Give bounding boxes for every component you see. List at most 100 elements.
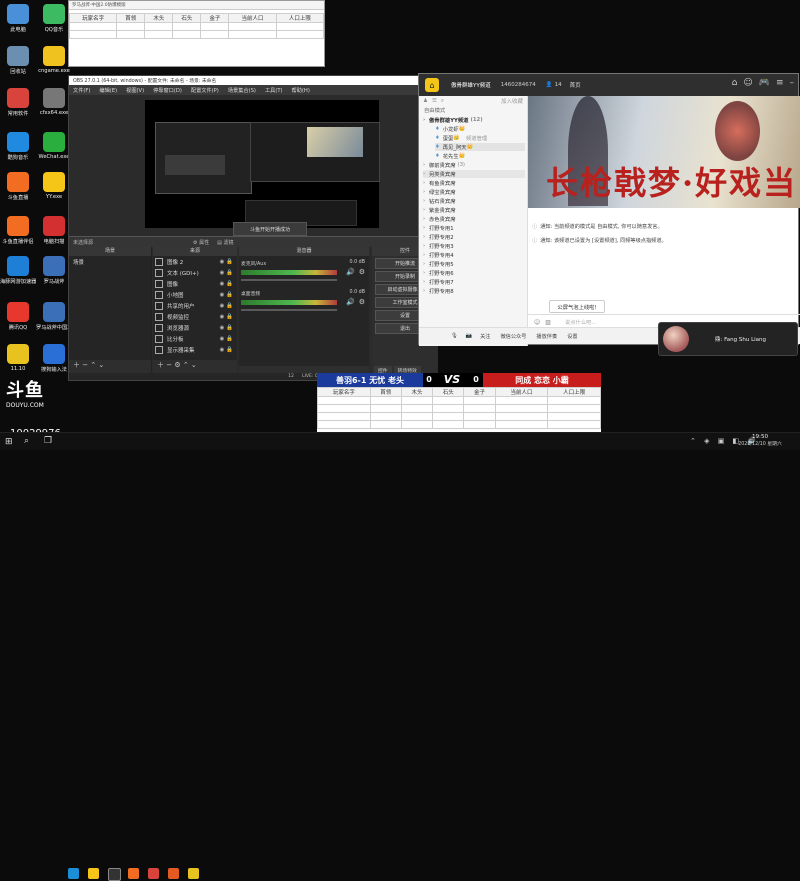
desktop-icon[interactable]: cngame.exe bbox=[36, 44, 72, 84]
visibility-lock-icons[interactable]: ◉ 🔒 bbox=[220, 303, 233, 309]
obs-window[interactable]: OBS 27.0.1 (64-bit, windows) - 配置文件: 未命名… bbox=[68, 75, 439, 381]
visibility-lock-icons[interactable]: ◉ 🔒 bbox=[220, 314, 233, 320]
start-icon[interactable]: ⊞ bbox=[5, 437, 13, 447]
user-nav-icon[interactable]: ☺ bbox=[743, 78, 752, 88]
douyu-taskbar-icon[interactable] bbox=[128, 868, 139, 879]
volume-meter[interactable] bbox=[241, 270, 337, 275]
channel-user[interactable]: ♦ 再见_阿天 👑 bbox=[435, 143, 525, 151]
menu-item[interactable]: 配置文件(P) bbox=[191, 87, 219, 94]
desktop-icon[interactable]: 腾讯QQ bbox=[0, 300, 36, 340]
menu-item[interactable]: 文件(F) bbox=[73, 87, 90, 94]
volume-slider[interactable] bbox=[241, 279, 337, 281]
yy-window[interactable]: ⌂ 傲骨群雄YY频道 1460284674 👤 14 首页 ⌂ ☺ 🎮 ≡ – … bbox=[418, 73, 800, 346]
sub-channel[interactable]: › 打野专用2 bbox=[423, 233, 525, 241]
source-item[interactable]: 小地图 ◉ 🔒 bbox=[153, 289, 237, 300]
visibility-lock-icons[interactable]: ◉ 🔒 bbox=[220, 347, 233, 353]
music-button[interactable]: 播放伴奏 bbox=[536, 333, 557, 340]
desktop-icon[interactable]: YY.exe bbox=[36, 170, 72, 210]
excel-taskbar-icon[interactable] bbox=[168, 868, 179, 879]
sub-channel[interactable]: › 打野专用8 bbox=[423, 287, 525, 295]
source-item[interactable]: 视频监控 ◉ 🔒 bbox=[153, 311, 237, 322]
gear-icon[interactable]: ⚙ bbox=[359, 298, 365, 306]
visibility-lock-icons[interactable]: ◉ 🔒 bbox=[220, 259, 233, 265]
edge-icon[interactable] bbox=[68, 868, 79, 879]
sub-channel[interactable]: › 紫金贵宾席 bbox=[423, 206, 525, 214]
sub-channel[interactable]: › 御前贵宾席 (3) bbox=[423, 161, 525, 169]
desktop-icon[interactable]: 罗马战斧 bbox=[36, 254, 72, 294]
notification-popup[interactable]: 鼎: Fang Shu Liang bbox=[658, 322, 798, 356]
mic-icon[interactable]: 🎙 bbox=[451, 333, 458, 339]
image-icon[interactable]: ▧ bbox=[545, 319, 551, 326]
desktop-icon[interactable]: WeChat.exe bbox=[36, 130, 72, 170]
desktop-icon[interactable]: QQ音乐 bbox=[36, 2, 72, 42]
filters-button[interactable]: ▤ 滤镜 bbox=[217, 239, 233, 246]
mute-icon[interactable]: 🔊 bbox=[346, 298, 355, 306]
clock[interactable]: 19:50 2022/12/10 星期六 bbox=[730, 434, 790, 447]
sub-channel[interactable]: › 打野专用1 bbox=[423, 224, 525, 232]
desktop-icon[interactable]: 回收站 bbox=[0, 44, 36, 84]
sub-channel[interactable]: › 打野专用6 bbox=[423, 269, 525, 277]
visibility-lock-icons[interactable]: ◉ 🔒 bbox=[220, 325, 233, 331]
yy-home-tab[interactable]: 首页 bbox=[570, 81, 581, 89]
source-item[interactable]: 共享的用户 ◉ 🔒 bbox=[153, 300, 237, 311]
properties-button[interactable]: ⚙ 属性 bbox=[193, 239, 209, 246]
desktop-icon[interactable]: 海豚网游加速器5.0 bbox=[0, 254, 36, 294]
emoji-icon[interactable]: ☺ bbox=[534, 319, 540, 326]
visibility-lock-icons[interactable]: ◉ 🔒 bbox=[220, 292, 233, 298]
desktop-icon[interactable]: 斗鱼直播 bbox=[0, 170, 36, 210]
sub-channel[interactable]: › 打野专用5 bbox=[423, 260, 525, 268]
visibility-lock-icons[interactable]: ◉ 🔒 bbox=[220, 336, 233, 342]
menu-item[interactable]: 停靠窗口(D) bbox=[153, 87, 182, 94]
desktop-icon[interactable]: cfxx64.exe bbox=[36, 86, 72, 126]
sub-channel[interactable]: › 另类贵宾席 bbox=[423, 170, 525, 178]
wechat-button[interactable]: 微信公众号 bbox=[500, 333, 526, 340]
mute-icon[interactable]: 🔊 bbox=[346, 268, 355, 276]
menu-item[interactable]: 编辑(E) bbox=[99, 87, 117, 94]
chat-input[interactable]: 说点什么吧... bbox=[565, 318, 597, 326]
settings-button[interactable]: 设置 bbox=[567, 333, 577, 340]
menu-item[interactable]: 场景集合(S) bbox=[228, 87, 256, 94]
channel-user[interactable]: ♦ 小龙虾 👑 bbox=[435, 125, 525, 133]
active-app-icon[interactable] bbox=[188, 868, 199, 879]
top-channel[interactable]: › 傲骨群雄YY频道 (12) bbox=[423, 116, 525, 124]
menu-item[interactable]: 帮助(H) bbox=[292, 87, 310, 94]
scene-item[interactable]: 场景 bbox=[69, 256, 151, 267]
desktop-icon[interactable]: 酷狗音乐 bbox=[0, 130, 36, 170]
yy-taskbar-icon[interactable] bbox=[88, 868, 99, 879]
source-item[interactable]: 图像 2 ◉ 🔒 bbox=[153, 256, 237, 267]
menu-icon[interactable]: ≡ bbox=[776, 78, 784, 88]
excel-top-window[interactable]: 罗马战斧·中国2.0防爆模版 玩家名字 首领 木头 石头 金子 当前人口 人口上限 bbox=[68, 0, 325, 67]
list-icon[interactable]: ☰ bbox=[432, 98, 437, 104]
announcement-button[interactable]: 公屏气泡上线啦! bbox=[549, 300, 605, 313]
channel-user[interactable]: ♦ 花先生 👑 bbox=[435, 152, 525, 160]
desktop-icon[interactable]: 罗马战斧中国2.0防爆模版 bbox=[36, 300, 72, 340]
desktop-icon[interactable]: 斗鱼直播伴侣 bbox=[0, 214, 36, 254]
sub-channel[interactable]: › 有鱼贵宾席 bbox=[423, 179, 525, 187]
add-favorite-link[interactable]: 加入收藏 bbox=[501, 97, 523, 105]
gear-icon[interactable]: ⚙ bbox=[359, 268, 365, 276]
menu-item[interactable]: 工具(T) bbox=[265, 87, 283, 94]
source-item[interactable]: 图像 ◉ 🔒 bbox=[153, 278, 237, 289]
desktop-icon[interactable]: 此电脑 bbox=[0, 2, 36, 42]
source-item[interactable]: 比分板 ◉ 🔒 bbox=[153, 333, 237, 344]
sub-channel[interactable]: › 赤色贵宾席 bbox=[423, 215, 525, 223]
sub-channel[interactable]: › 打野专用4 bbox=[423, 251, 525, 259]
sub-channel[interactable]: › 钻石贵宾席 bbox=[423, 197, 525, 205]
visibility-lock-icons[interactable]: ◉ 🔒 bbox=[220, 281, 233, 287]
volume-meter[interactable] bbox=[241, 300, 337, 305]
source-item[interactable]: 文本 (GDI+) ◉ 🔒 bbox=[153, 267, 237, 278]
home-nav-icon[interactable]: ⌂ bbox=[732, 78, 738, 88]
source-item[interactable]: 显示器采集 ◉ 🔒 bbox=[153, 344, 237, 355]
search-taskbar-icon[interactable]: ⌕ bbox=[24, 436, 29, 446]
channel-user[interactable]: ♦ 蛋蛋 👑 频道管理 bbox=[435, 134, 525, 142]
menu-item[interactable]: 视图(V) bbox=[126, 87, 144, 94]
minimize-icon[interactable]: – bbox=[790, 78, 795, 88]
sub-channel[interactable]: › 打野专用7 bbox=[423, 278, 525, 286]
obs-taskbar-icon[interactable] bbox=[108, 868, 121, 881]
visibility-lock-icons[interactable]: ◉ 🔒 bbox=[220, 270, 233, 276]
home-icon[interactable]: ⌂ bbox=[425, 78, 439, 92]
gamepad-icon[interactable]: 🎮 bbox=[759, 78, 770, 88]
camera-icon[interactable]: 📷 bbox=[466, 333, 472, 339]
search-icon[interactable]: ⌕ bbox=[441, 98, 444, 105]
source-item[interactable]: 浏览器源 ◉ 🔒 bbox=[153, 322, 237, 333]
